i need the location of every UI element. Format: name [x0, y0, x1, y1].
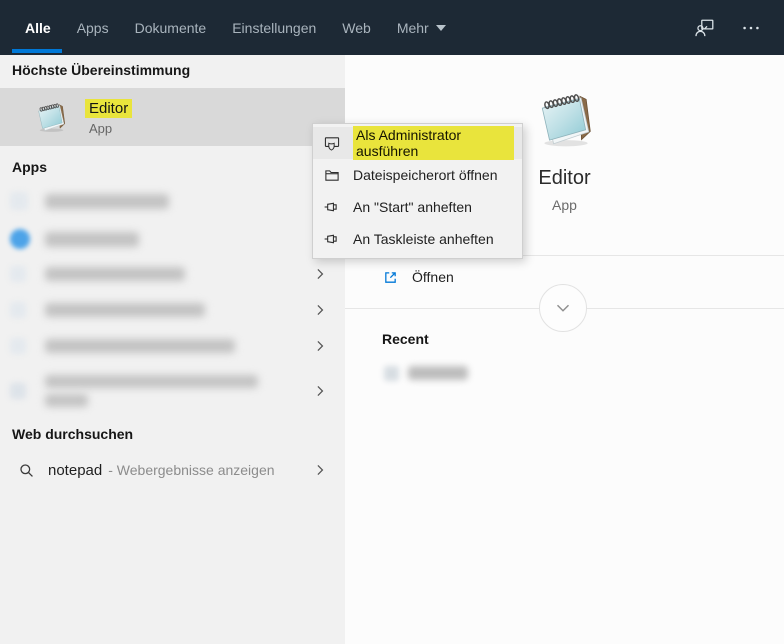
best-match-header: Höchste Übereinstimmung — [12, 62, 190, 78]
menu-item-label: An Taskleiste anheften — [353, 231, 494, 247]
tab-web[interactable]: Web — [342, 0, 371, 55]
menu-item-open-file-location[interactable]: Dateispeicherort öffnen — [313, 159, 522, 191]
recent-item-blurred[interactable] — [345, 358, 784, 388]
open-external-icon — [382, 269, 399, 286]
chevron-right-icon — [313, 339, 327, 353]
tab-mehr[interactable]: Mehr — [397, 0, 446, 55]
blurred-recent-label — [408, 366, 468, 380]
tab-dokumente[interactable]: Dokumente — [135, 0, 207, 55]
chevron-right-icon — [313, 384, 327, 398]
best-match-subtitle: App — [85, 121, 132, 136]
blurred-app-icon — [10, 302, 26, 318]
feedback-icon[interactable] — [694, 17, 716, 39]
app-result-blurred[interactable] — [0, 183, 345, 219]
chevron-right-icon — [313, 303, 327, 317]
chevron-right-icon — [313, 267, 327, 281]
blurred-line — [45, 375, 258, 388]
blurred-app-label — [45, 375, 258, 407]
pin-icon — [323, 230, 341, 248]
blurred-app-label — [45, 232, 139, 247]
expand-actions-button[interactable] — [539, 284, 587, 332]
notepad-icon-large — [532, 86, 598, 152]
blurred-app-icon — [10, 229, 30, 249]
search-flyout-window: Alle Apps Dokumente Einstellungen Web Me… — [0, 0, 784, 644]
app-result-blurred[interactable] — [0, 256, 345, 292]
best-match-result-editor[interactable]: Editor App — [0, 88, 345, 146]
app-result-blurred[interactable] — [0, 328, 345, 364]
notepad-icon — [33, 99, 69, 135]
open-label: Öffnen — [412, 269, 454, 285]
search-icon — [18, 462, 35, 479]
blurred-app-icon — [10, 192, 28, 210]
apps-section-header: Apps — [12, 159, 47, 175]
run-as-admin-icon — [323, 134, 341, 152]
web-search-result[interactable]: notepad - Webergebnisse anzeigen — [0, 451, 345, 489]
tab-einstellungen[interactable]: Einstellungen — [232, 0, 316, 55]
tab-label: Einstellungen — [232, 20, 316, 36]
results-panel: Höchste Übereinstimmung Editor App Apps — [0, 55, 345, 644]
best-match-title: Editor — [85, 99, 132, 118]
menu-item-pin-to-taskbar[interactable]: An Taskleiste anheften — [313, 223, 522, 255]
filter-tabs: Alle Apps Dokumente Einstellungen Web Me… — [25, 0, 446, 55]
tab-label: Apps — [77, 20, 109, 36]
app-result-blurred[interactable] — [0, 221, 345, 257]
tab-label: Dokumente — [135, 20, 207, 36]
context-menu: Als Administrator ausführen Dateispeiche… — [312, 123, 523, 259]
tab-label: Mehr — [397, 20, 429, 36]
ellipsis-icon[interactable] — [740, 17, 762, 39]
app-result-blurred[interactable] — [0, 292, 345, 328]
search-filter-bar: Alle Apps Dokumente Einstellungen Web Me… — [0, 0, 784, 55]
tab-alle[interactable]: Alle — [25, 0, 51, 55]
file-location-icon — [323, 166, 341, 184]
blurred-app-icon — [10, 338, 26, 354]
blurred-app-label — [45, 339, 235, 353]
blurred-app-icon — [10, 383, 26, 399]
tab-apps[interactable]: Apps — [77, 0, 109, 55]
tab-label: Web — [342, 20, 371, 36]
blurred-line — [45, 394, 88, 407]
blurred-app-label — [45, 303, 205, 317]
app-result-blurred[interactable] — [0, 366, 345, 416]
pin-icon — [323, 198, 341, 216]
menu-item-label: Dateispeicherort öffnen — [353, 167, 498, 183]
tab-label: Alle — [25, 20, 51, 36]
blurred-app-label — [45, 194, 169, 209]
caret-down-icon — [436, 25, 446, 31]
topbar-actions — [694, 17, 762, 39]
web-suffix-text: - Webergebnisse anzeigen — [108, 462, 274, 478]
chevron-down-icon — [552, 297, 574, 319]
menu-item-label: An "Start" anheften — [353, 199, 472, 215]
blurred-app-label — [45, 267, 185, 281]
blurred-recent-icon — [384, 366, 399, 381]
best-match-text: Editor App — [85, 99, 132, 136]
menu-item-label: Als Administrator ausführen — [353, 126, 514, 160]
recent-header: Recent — [382, 331, 429, 347]
web-section-header: Web durchsuchen — [12, 426, 133, 442]
menu-item-pin-to-start[interactable]: An "Start" anheften — [313, 191, 522, 223]
menu-item-run-as-admin[interactable]: Als Administrator ausführen — [313, 127, 522, 159]
web-query-text: notepad — [48, 462, 102, 479]
chevron-right-icon — [313, 463, 327, 477]
blurred-app-icon — [10, 266, 26, 282]
